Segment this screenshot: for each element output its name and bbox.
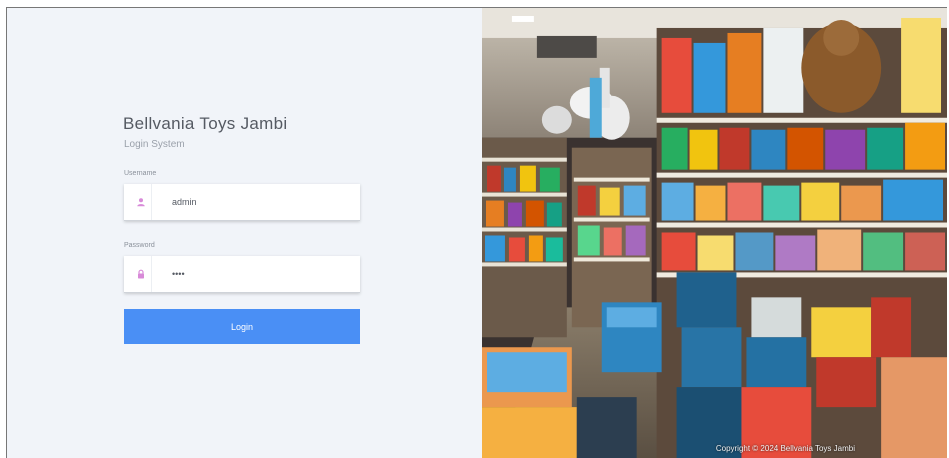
store-photo-image [482,8,947,458]
brand-subtitle: Login System [124,139,185,150]
toy-store-photo: Copyright © 2024 Bellvania Toys Jambi [482,8,947,458]
brand-title: Bellvania Toys Jambi [123,114,288,133]
user-icon [137,198,145,207]
password-field[interactable]: •••• [124,256,360,293]
login-window: Bellvania Toys Jambi Login System Userna… [6,7,947,458]
copyright-text: Copyright © 2024 Bellvania Toys Jambi [715,444,855,453]
username-field[interactable]: admin [124,184,360,221]
login-panel: Bellvania Toys Jambi Login System Userna… [7,8,482,458]
lock-icon [138,269,144,279]
input-divider [151,184,152,220]
password-value[interactable]: •••• [172,269,185,279]
username-label: Username [124,170,157,177]
username-value[interactable]: admin [172,197,197,207]
password-label: Password [124,242,155,249]
login-button[interactable]: Login [124,309,360,344]
input-divider [151,256,152,292]
